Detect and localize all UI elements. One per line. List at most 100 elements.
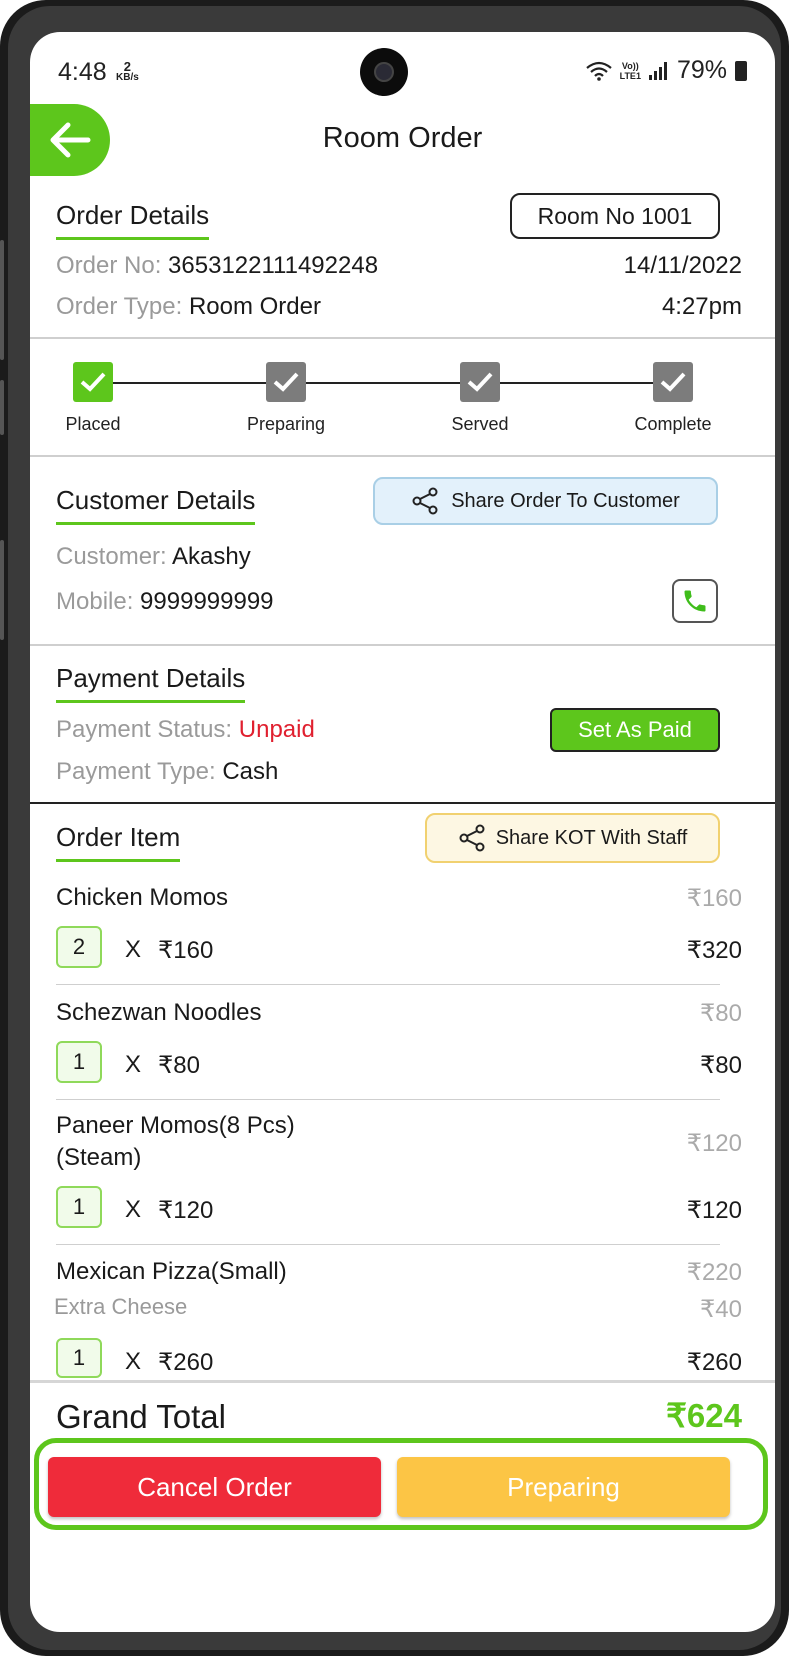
- order-details-title: Order Details: [56, 200, 210, 240]
- payment-type-label: Payment Type:: [56, 758, 216, 785]
- item-total: ₹320: [686, 937, 742, 964]
- battery-icon: [735, 60, 747, 81]
- mobile-number: 9999999999: [140, 588, 274, 615]
- status-icons: Vo)) LTE1 79%: [585, 56, 747, 85]
- order-item-title: Order Item: [56, 822, 181, 862]
- battery-percent: 79%: [676, 56, 727, 84]
- cancel-order-button[interactable]: Cancel Order: [48, 1457, 381, 1517]
- divider: [30, 455, 775, 457]
- item-total: ₹260: [686, 1349, 742, 1376]
- quantity-box[interactable]: 2: [56, 926, 102, 968]
- item-unit-price: ₹160: [686, 885, 742, 912]
- item-divider: [56, 984, 720, 985]
- order-date: 14/11/2022: [623, 252, 742, 279]
- item-name-line2: (Steam): [56, 1144, 142, 1171]
- page-title: Room Order: [322, 122, 483, 154]
- room-number-button[interactable]: Room No 1001: [510, 193, 720, 239]
- customer-name: Akashy: [172, 543, 251, 570]
- bixby-button: [0, 540, 4, 640]
- step-preparing-check: [266, 362, 306, 402]
- item-name: Schezwan Noodles: [56, 999, 262, 1026]
- item-rate: ₹80: [158, 1052, 200, 1079]
- check-icon: [80, 372, 106, 392]
- divider: [30, 802, 775, 804]
- payment-details-title: Payment Details: [56, 663, 246, 703]
- status-time: 4:48: [58, 58, 107, 86]
- item-unit-price: ₹120: [686, 1130, 742, 1157]
- order-type-label: Order Type:: [56, 293, 183, 320]
- item-total: ₹80: [700, 1052, 742, 1079]
- item-name: Chicken Momos: [56, 884, 229, 911]
- share-icon: [459, 824, 485, 852]
- order-number-value: 3653122111492248: [168, 252, 379, 279]
- data-speed-unit: KB/s: [116, 72, 139, 83]
- progress-track: [113, 382, 673, 384]
- share-order-label: Share Order To Customer: [451, 489, 680, 512]
- item-rate: ₹160: [158, 937, 214, 964]
- step-preparing-label: Preparing: [246, 414, 326, 434]
- multiply-sign: X: [125, 1348, 142, 1375]
- check-icon: [273, 372, 299, 392]
- phone-icon: [684, 590, 706, 612]
- step-complete-label: Complete: [634, 414, 712, 434]
- customer-label: Customer:: [56, 543, 167, 570]
- customer-details-title: Customer Details: [56, 485, 256, 525]
- item-rate: ₹120: [158, 1197, 214, 1224]
- item-divider: [56, 1099, 720, 1100]
- preparing-button[interactable]: Preparing: [397, 1457, 730, 1517]
- customer-row: Customer: Akashy: [56, 543, 251, 571]
- payment-status-value: Unpaid: [238, 716, 315, 743]
- item-unit-price: ₹80: [700, 1000, 742, 1027]
- front-camera: [360, 48, 408, 96]
- call-button[interactable]: [672, 579, 718, 623]
- item-unit-price: ₹220: [686, 1259, 742, 1286]
- share-icon: [412, 487, 438, 515]
- footer-divider: [30, 1380, 775, 1383]
- payment-type-row: Payment Type: Cash: [56, 758, 278, 786]
- share-kot-label: Share KOT With Staff: [495, 826, 688, 849]
- multiply-sign: X: [125, 1051, 142, 1078]
- side-key: [0, 380, 4, 435]
- item-total: ₹120: [686, 1197, 742, 1224]
- data-speed: 2 KB/s: [116, 60, 139, 83]
- quantity-box[interactable]: 1: [56, 1041, 102, 1083]
- lte-label: LTE1: [619, 70, 641, 81]
- share-kot-button[interactable]: Share KOT With Staff: [425, 813, 720, 863]
- mobile-label: Mobile:: [56, 588, 134, 615]
- quantity-box[interactable]: 1: [56, 1186, 102, 1228]
- order-type-value: Room Order: [188, 293, 321, 320]
- set-as-paid-button[interactable]: Set As Paid: [550, 708, 720, 752]
- wifi-icon: [585, 61, 612, 81]
- item-name-line1: Paneer Momos(8 Pcs): [56, 1112, 295, 1139]
- mobile-row: Mobile: 9999999999: [56, 588, 274, 616]
- divider: [30, 644, 775, 646]
- phone-bezel: 4:48 2 KB/s Vo)) LTE1 79% Room Order Ord…: [8, 6, 781, 1650]
- volte-label: Vo)): [621, 60, 639, 71]
- volte-icon: Vo)) LTE1: [620, 61, 641, 81]
- step-placed-label: Placed: [65, 414, 121, 434]
- order-number-row: Order No: 3653122111492248: [56, 252, 378, 280]
- check-icon: [467, 372, 493, 392]
- payment-type-value: Cash: [222, 758, 279, 785]
- order-time: 4:27pm: [661, 293, 742, 320]
- phone-frame: 4:48 2 KB/s Vo)) LTE1 79% Room Order Ord…: [0, 0, 789, 1656]
- volume-button: [0, 240, 4, 360]
- item-rate: ₹260: [158, 1349, 214, 1376]
- grand-total-value: ₹624: [665, 1397, 742, 1434]
- payment-status-row: Payment Status: Unpaid: [56, 716, 315, 744]
- step-placed-check: [73, 362, 113, 402]
- check-icon: [660, 372, 686, 392]
- status-bar: 4:48 2 KB/s Vo)) LTE1 79%: [30, 32, 775, 102]
- step-complete-check: [653, 362, 693, 402]
- grand-total-label: Grand Total: [56, 1398, 226, 1435]
- item-addon-price: ₹40: [700, 1296, 742, 1323]
- item-name: Mexican Pizza(Small): [56, 1258, 287, 1285]
- multiply-sign: X: [125, 1196, 142, 1223]
- share-order-button[interactable]: Share Order To Customer: [373, 477, 718, 525]
- item-addon: Extra Cheese: [54, 1294, 188, 1319]
- app-screen: 4:48 2 KB/s Vo)) LTE1 79% Room Order Ord…: [30, 32, 775, 1632]
- step-served-check: [460, 362, 500, 402]
- action-bar: Cancel Order Preparing: [34, 1438, 768, 1530]
- order-type-row: Order Type: Room Order: [56, 293, 321, 321]
- quantity-box[interactable]: 1: [56, 1338, 102, 1378]
